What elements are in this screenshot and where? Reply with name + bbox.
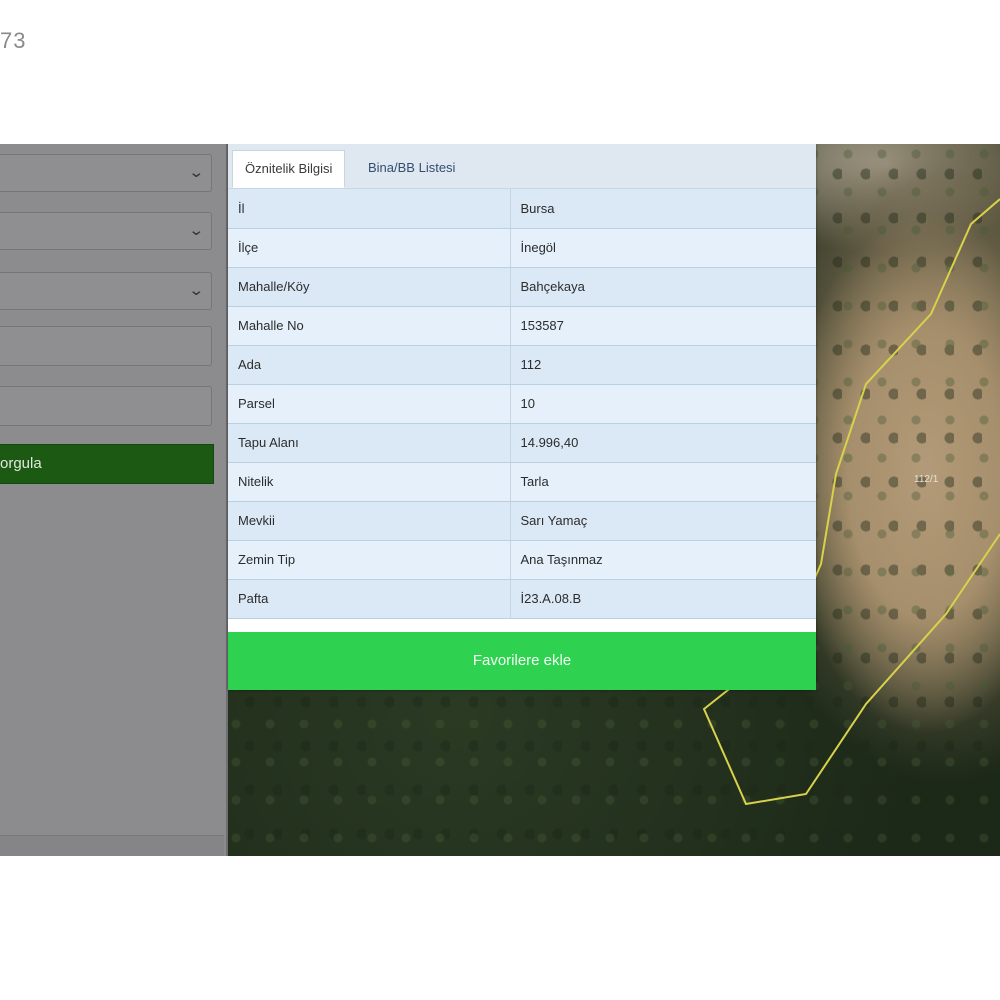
attr-value: Sarı Yamaç	[510, 501, 816, 541]
tab-bar: Öznitelik Bilgisi Bina/BB Listesi	[228, 144, 816, 189]
attr-key: Ada	[228, 345, 511, 385]
table-row: Pafta İ23.A.08.B	[228, 579, 816, 619]
table-row: Mahalle No 153587	[228, 306, 816, 346]
left-search-panel: ⌄ ⌄ ⌄ orgula	[0, 144, 228, 856]
parsel-input[interactable]	[0, 386, 212, 426]
table-row: Ada 112	[228, 345, 816, 385]
chevron-down-icon: ⌄	[188, 164, 205, 181]
attr-value: Ana Taşınmaz	[510, 540, 816, 580]
table-row: Nitelik Tarla	[228, 462, 816, 502]
mahalle-select[interactable]: ⌄	[0, 272, 212, 310]
attr-value: 153587	[510, 306, 816, 346]
attr-key: İlçe	[228, 228, 511, 268]
attr-key: Zemin Tip	[228, 540, 511, 580]
query-button[interactable]: orgula	[0, 444, 214, 484]
ilce-select[interactable]: ⌄	[0, 212, 212, 250]
app-screen: 112/1 ⌄ ⌄ ⌄ orgula Öznitelik Bilgisi Bin…	[0, 144, 1000, 856]
attr-value: Bursa	[510, 189, 816, 229]
add-to-favorites-button[interactable]: Favorilere ekle	[228, 632, 816, 690]
attr-value: Bahçekaya	[510, 267, 816, 307]
attr-key: İl	[228, 189, 511, 229]
ada-input[interactable]	[0, 326, 212, 366]
attr-value: 112	[510, 345, 816, 385]
attr-key: Tapu Alanı	[228, 423, 511, 463]
il-select[interactable]: ⌄	[0, 154, 212, 192]
attr-key: Parsel	[228, 384, 511, 424]
attr-value: 10	[510, 384, 816, 424]
attr-value: Tarla	[510, 462, 816, 502]
attr-value: 14.996,40	[510, 423, 816, 463]
table-row: Mahalle/Köy Bahçekaya	[228, 267, 816, 307]
table-row: Parsel 10	[228, 384, 816, 424]
table-row: Mevkii Sarı Yamaç	[228, 501, 816, 541]
attr-key: Mahalle No	[228, 306, 511, 346]
table-row: İlçe İnegöl	[228, 228, 816, 268]
table-row: Zemin Tip Ana Taşınmaz	[228, 540, 816, 580]
attr-key: Mevkii	[228, 501, 511, 541]
attr-value: İnegöl	[510, 228, 816, 268]
parcel-label: 112/1	[914, 474, 939, 485]
left-panel-footer	[0, 835, 224, 856]
attribute-table: İl Bursa İlçe İnegöl Mahalle/Köy Bahçekaya …	[228, 189, 816, 619]
chevron-down-icon: ⌄	[188, 222, 205, 239]
corner-text: 73	[0, 28, 27, 53]
chevron-down-icon: ⌄	[188, 282, 205, 299]
attr-key: Pafta	[228, 579, 511, 619]
tab-bina-bb-listesi[interactable]: Bina/BB Listesi	[356, 150, 467, 188]
table-row: Tapu Alanı 14.996,40	[228, 423, 816, 463]
table-row: İl Bursa	[228, 189, 816, 229]
tab-oznitelik-bilgisi[interactable]: Öznitelik Bilgisi	[232, 150, 346, 188]
attr-key: Nitelik	[228, 462, 511, 502]
attribute-info-dialog: Öznitelik Bilgisi Bina/BB Listesi İl Burs…	[228, 144, 816, 690]
attr-key: Mahalle/Köy	[228, 267, 511, 307]
attr-value: İ23.A.08.B	[510, 579, 816, 619]
